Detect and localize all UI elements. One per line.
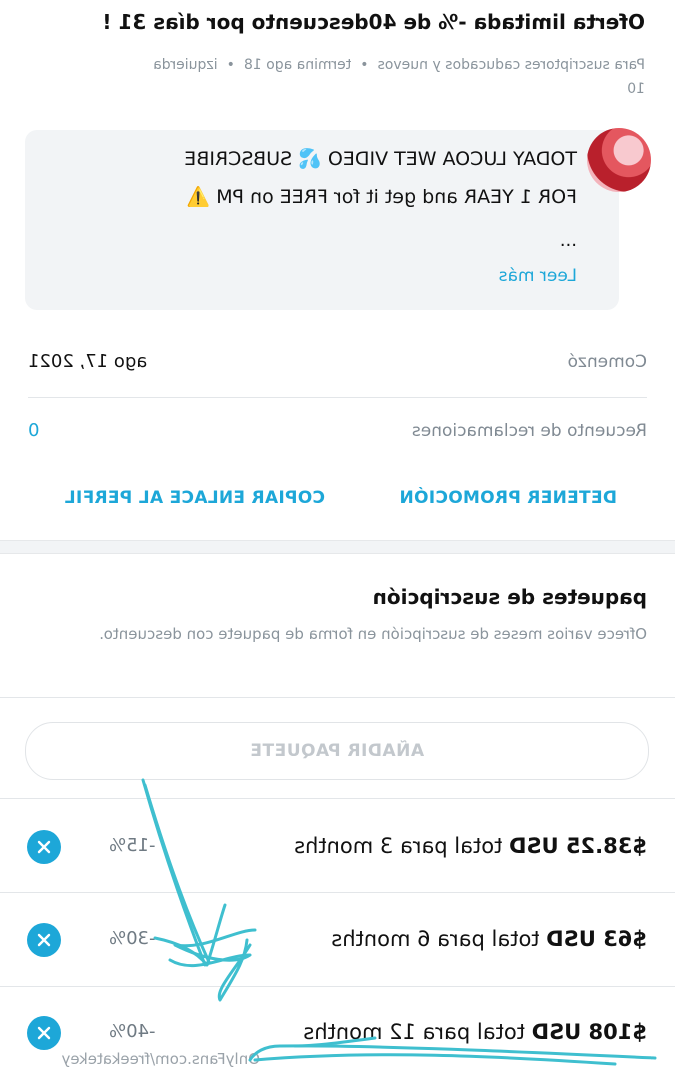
- remove-package-button[interactable]: [27, 830, 61, 864]
- offer-left-label: izquierda: [153, 57, 218, 73]
- started-label: Comenzó: [567, 352, 647, 372]
- package-price: $108 USD: [531, 1020, 647, 1044]
- offer-meta: Para suscriptores caducados y nuevos • ter…: [30, 53, 645, 101]
- add-package-button[interactable]: AÑADIR PAQUETE: [25, 722, 649, 780]
- separator-dot: •: [360, 57, 369, 73]
- started-value: ago 17, 2021: [28, 351, 148, 372]
- package-price: $63 USD: [546, 927, 647, 951]
- message-line-2: FOR 1 YEAR and get it for FREE on PM ⚠️: [186, 186, 578, 208]
- offer-title: Oferta limitada -% de 40descuento por dí…: [102, 10, 645, 34]
- avatar[interactable]: [587, 128, 651, 192]
- packages-description: Ofrece varios meses de suscripción en fo…: [99, 625, 647, 643]
- offer-ends: termina ago 18: [243, 57, 352, 73]
- remove-package-button[interactable]: [27, 923, 61, 957]
- package-name: $63 USD total para 6 months: [331, 927, 647, 951]
- offer-audience: Para suscriptores caducados y nuevos: [377, 57, 645, 73]
- mirrored-page: Oferta limitada -% de 40descuento por dí…: [0, 0, 675, 1079]
- close-icon: [37, 840, 51, 854]
- divider: [0, 986, 675, 987]
- close-icon: [37, 1026, 51, 1040]
- divider: [0, 892, 675, 893]
- read-more-link[interactable]: Leer más: [499, 266, 577, 286]
- claims-label: Recuento de reclamaciones: [411, 421, 647, 441]
- watermark: OnlyFans.com/freekatekey: [61, 1050, 260, 1068]
- divider: [0, 697, 675, 698]
- section-separator: [0, 540, 675, 554]
- package-text: total para 3 months: [294, 834, 503, 858]
- stop-promotion-button[interactable]: DETENER PROMOCIÓN: [399, 488, 617, 508]
- divider: [28, 397, 647, 398]
- remove-package-button[interactable]: [27, 1016, 61, 1050]
- close-icon: [37, 933, 51, 947]
- package-text: total para 6 months: [331, 927, 540, 951]
- packages-title: paquetes de suscripción: [372, 585, 647, 609]
- package-name: $38.25 USD total para 3 months: [294, 834, 647, 858]
- claims-value: 0: [28, 420, 40, 441]
- package-price: $38.25 USD: [509, 834, 647, 858]
- copy-profile-link-button[interactable]: COPIAR ENLACE AL PERFIL: [65, 488, 325, 508]
- package-row: $63 USD total para 6 months -30%: [27, 913, 647, 969]
- offer-left-count: 10: [627, 81, 645, 97]
- package-discount: -40%: [109, 1021, 156, 1042]
- message-ellipsis: ...: [559, 230, 577, 251]
- package-text: total para 12 months: [303, 1020, 525, 1044]
- divider: [0, 798, 675, 799]
- message-text: TODAY LUCOA WET VIDEO 💦 SUBSCRIBE FOR 1 …: [97, 140, 577, 216]
- package-discount: -15%: [109, 835, 156, 856]
- separator-dot: •: [226, 57, 235, 73]
- package-row: $38.25 USD total para 3 months -15%: [27, 820, 647, 876]
- message-line-1: TODAY LUCOA WET VIDEO 💦 SUBSCRIBE: [184, 148, 577, 170]
- package-discount: -30%: [109, 928, 156, 949]
- package-name: $108 USD total para 12 months: [303, 1020, 647, 1044]
